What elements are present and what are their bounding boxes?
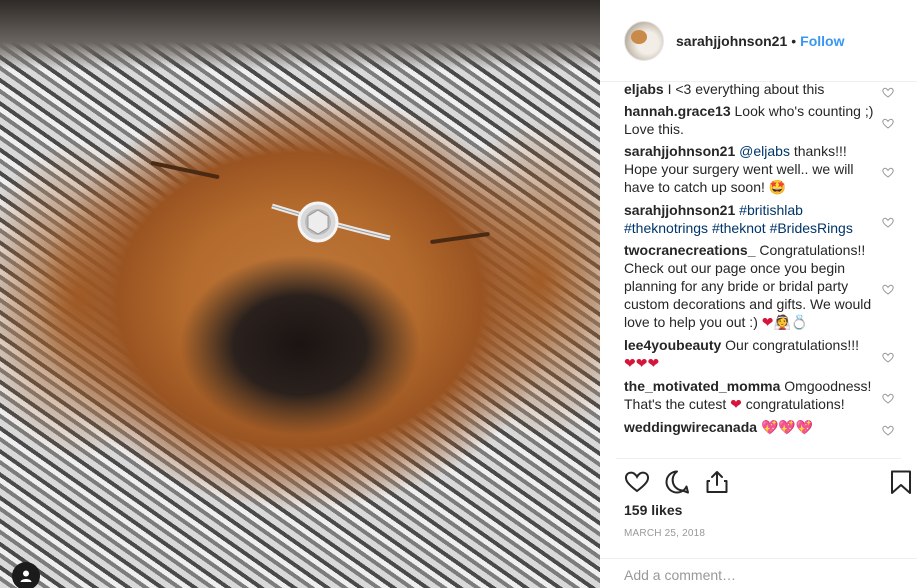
comment-item: sarahjjohnson21 @eljabs thanks!!! Hope y…	[624, 142, 904, 197]
comment-like-icon[interactable]	[882, 422, 894, 436]
avatar-photo	[631, 29, 647, 44]
comment-mention-link[interactable]: #theknot	[712, 220, 766, 236]
comment-item: eljabs I <3 everything about this	[624, 80, 904, 98]
user-tag-icon[interactable]	[12, 562, 40, 588]
comment-emoji: ❤👰💍	[761, 315, 809, 331]
comment-like-icon[interactable]	[882, 349, 894, 363]
comment-username[interactable]: eljabs	[624, 81, 664, 97]
comment-mention-link[interactable]: #theknotrings	[624, 220, 708, 236]
comment-emoji: ❤❤❤	[624, 356, 660, 372]
like-count[interactable]: 159 likes	[624, 502, 682, 518]
comment-like-icon[interactable]	[882, 164, 894, 178]
follow-button[interactable]: Follow	[800, 33, 844, 49]
comment-item: weddingwirecanada 💖💖💖	[624, 418, 904, 437]
comment-username[interactable]: weddingwirecanada	[624, 419, 757, 435]
bookmark-icon[interactable]	[888, 469, 914, 495]
comment-username[interactable]: sarahjjohnson21	[624, 143, 735, 159]
comment-text: congratulations!	[741, 396, 845, 412]
comment-item: the_motivated_momma Omgoodness! That's t…	[624, 377, 904, 414]
dog-eye-left	[150, 160, 220, 180]
share-icon[interactable]	[704, 469, 730, 495]
post-photo[interactable]	[0, 0, 600, 588]
comment-emoji: 💖💖💖	[760, 420, 814, 436]
comment-item: lee4youbeauty Our congratulations!!! ❤❤❤	[624, 336, 904, 373]
action-bar	[616, 458, 911, 506]
comment-username[interactable]: hannah.grace13	[624, 103, 731, 119]
comment-list[interactable]: eljabs I <3 everything about this hannah.…	[624, 80, 904, 458]
add-comment-input[interactable]: Add a comment…	[600, 558, 917, 588]
post-date: MARCH 25, 2018	[624, 528, 706, 539]
comment-like-icon[interactable]	[882, 281, 894, 295]
comment-emoji: ❤	[730, 397, 742, 413]
post-header: sarahjjohnson21 • Follow	[600, 0, 917, 82]
comment-username[interactable]: lee4youbeauty	[624, 337, 721, 353]
comment-mention-link[interactable]: #britishlab	[739, 202, 803, 218]
profile-avatar[interactable]	[624, 20, 664, 61]
comment-username[interactable]: sarahjjohnson21	[624, 202, 735, 218]
comment-item: twocranecreations_ Congratulations!! Che…	[624, 241, 904, 332]
comment-mention-link[interactable]: #BridesRings	[770, 220, 853, 236]
comment-text: I <3 everything about this	[667, 81, 825, 97]
comment-like-icon[interactable]	[882, 390, 894, 404]
comment-username[interactable]: twocranecreations_	[624, 242, 756, 258]
comment-icon[interactable]	[664, 469, 690, 495]
comment-username[interactable]: the_motivated_momma	[624, 378, 780, 394]
comment-mention-link[interactable]: @eljabs	[739, 143, 790, 159]
comment-item: hannah.grace13 Look who's counting ;) Lo…	[624, 102, 904, 138]
header-separator: •	[791, 32, 797, 49]
dog-eye-right	[430, 231, 490, 245]
comment-like-icon[interactable]	[882, 115, 894, 129]
comment-like-icon[interactable]	[882, 214, 894, 228]
ring-image	[271, 201, 391, 243]
comment-text: Our congratulations!!!	[725, 337, 860, 353]
photo-background	[0, 0, 600, 70]
heart-icon[interactable]	[624, 469, 650, 495]
post-side-panel: sarahjjohnson21 • Follow eljabs I <3 eve…	[600, 0, 917, 588]
header-username[interactable]: sarahjjohnson21	[676, 33, 787, 49]
comment-like-icon[interactable]	[882, 84, 894, 98]
comment-emoji: 🤩	[768, 180, 787, 196]
comment-item: sarahjjohnson21 #britishlab #theknotring…	[624, 201, 904, 237]
